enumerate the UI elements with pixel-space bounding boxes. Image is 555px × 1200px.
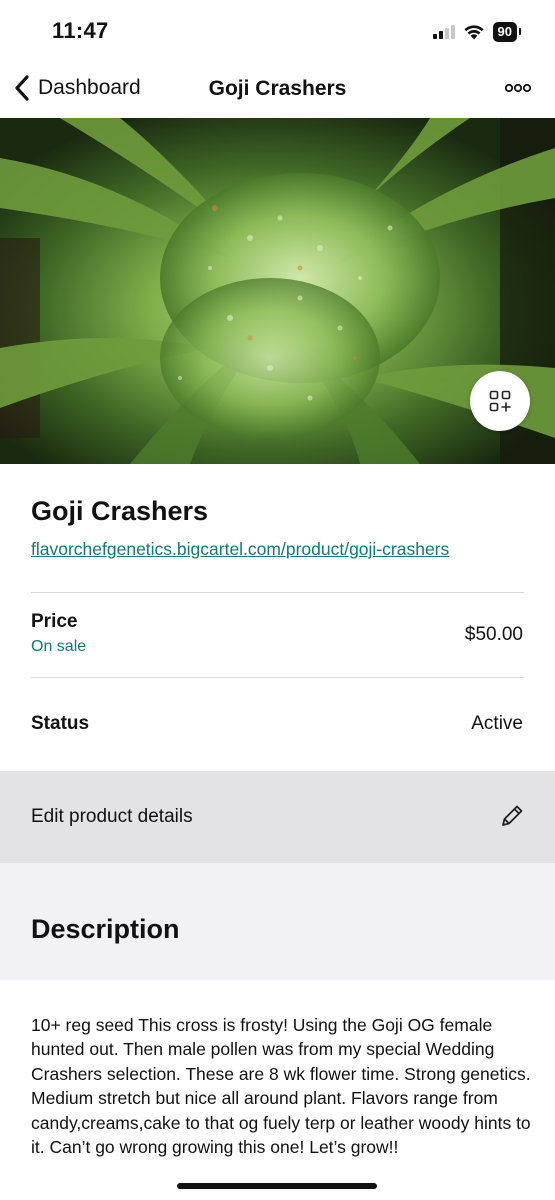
more-horizontal-icon xyxy=(504,83,532,93)
signal-icon xyxy=(432,25,455,39)
status-value: Active xyxy=(471,713,523,734)
battery-indicator: 90 xyxy=(492,22,522,42)
home-indicator[interactable] xyxy=(177,1183,377,1189)
edit-product-details-label: Edit product details xyxy=(31,806,193,827)
price-label: Price xyxy=(31,611,78,632)
divider xyxy=(31,677,524,678)
status-time: 11:47 xyxy=(52,18,109,43)
divider xyxy=(31,592,524,593)
wifi-icon xyxy=(463,25,484,40)
nav-bar: Dashboard Goji Crashers xyxy=(0,60,555,118)
product-image[interactable] xyxy=(0,118,555,464)
edit-product-details-button[interactable]: Edit product details xyxy=(0,771,555,863)
description-heading: Description xyxy=(31,914,180,944)
price-sale-status: On sale xyxy=(31,638,87,655)
gallery-add-button[interactable] xyxy=(470,371,530,431)
pencil-icon xyxy=(499,803,525,834)
page-title: Goji Crashers xyxy=(208,77,347,100)
product-title: Goji Crashers xyxy=(31,496,209,526)
price-value: $50.00 xyxy=(464,624,523,645)
status-icons: 90 xyxy=(432,20,522,44)
product-url-link[interactable]: flavorchefgenetics.bigcartel.com/product… xyxy=(31,539,449,560)
more-options-button[interactable] xyxy=(504,80,532,98)
gallery-add-icon xyxy=(489,390,511,412)
description-text: 10+ reg seed This cross is frosty! Using… xyxy=(31,1015,531,1158)
status-bar: 11:47 90 xyxy=(0,0,555,60)
status-label: Status xyxy=(31,713,90,734)
